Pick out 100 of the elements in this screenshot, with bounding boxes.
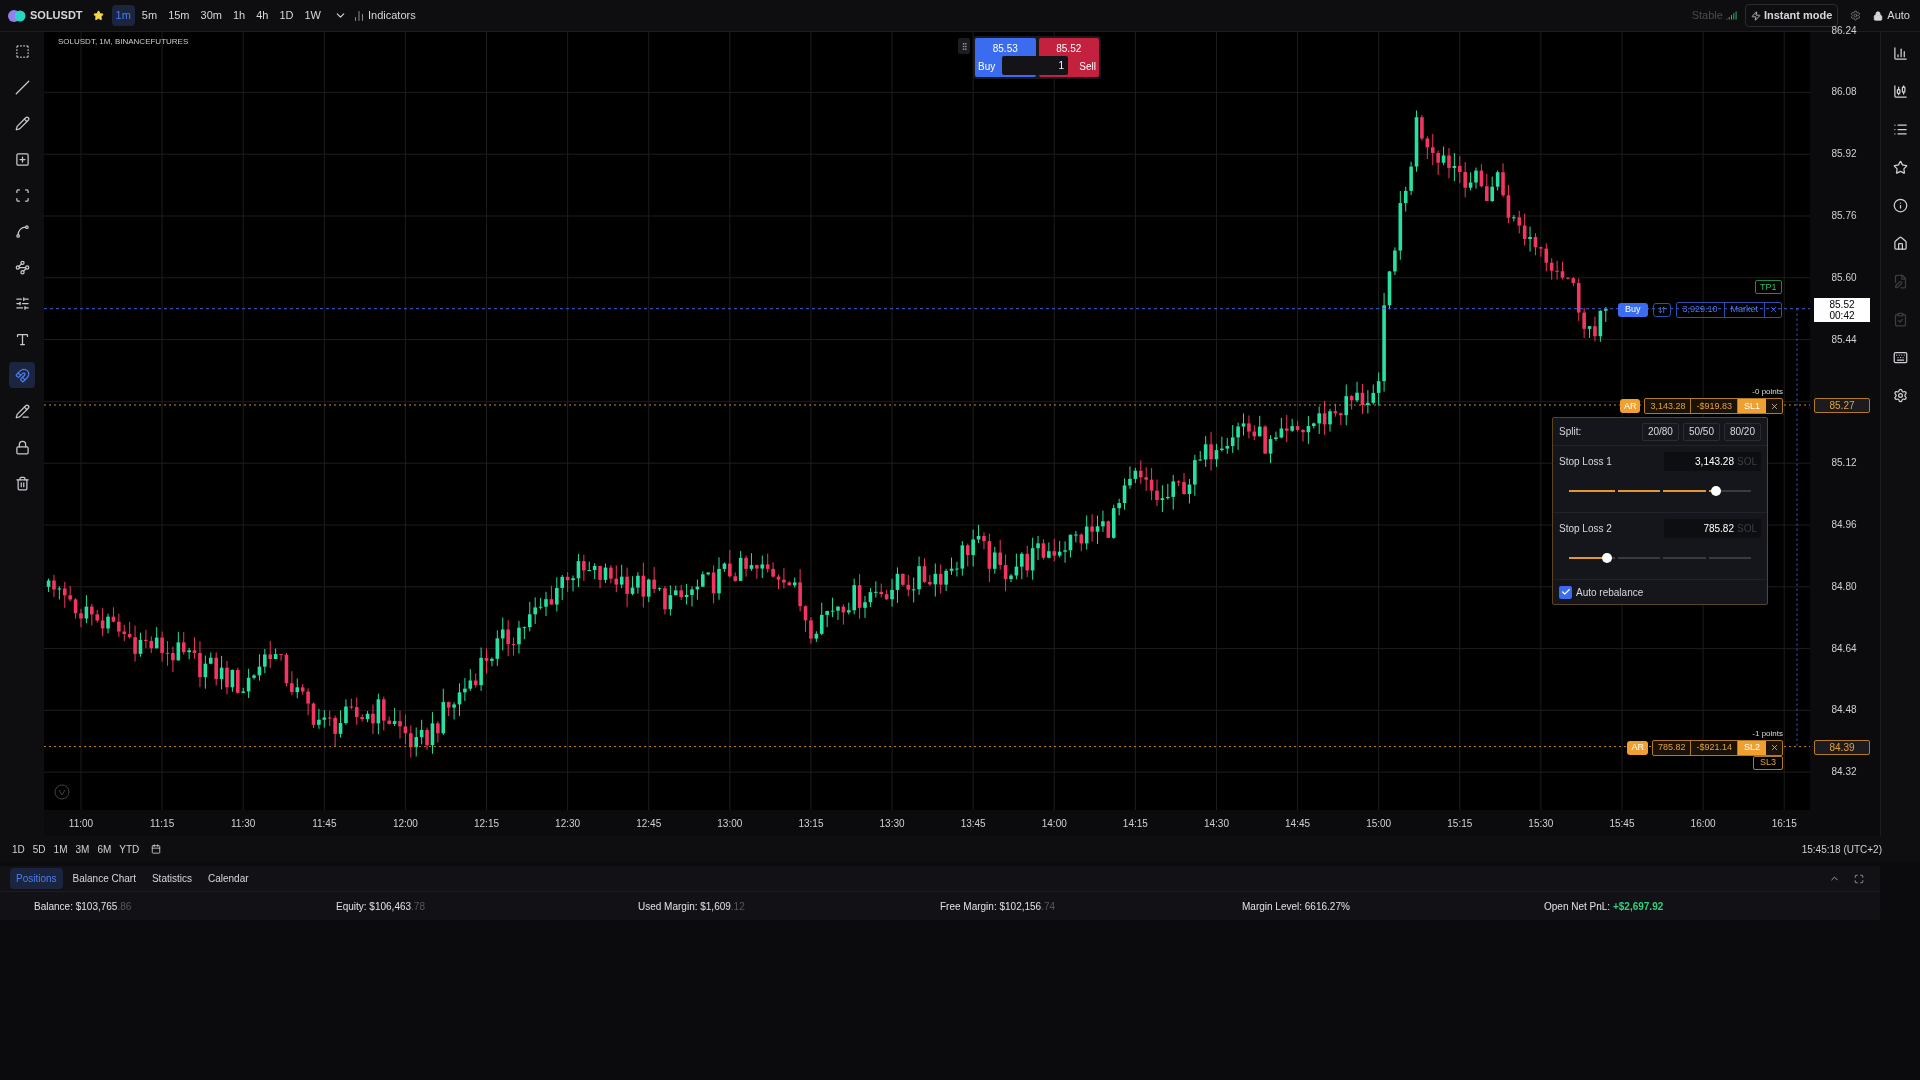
close-icon (1768, 305, 1778, 315)
order-type[interactable]: Market (1724, 302, 1766, 317)
time-axis-label: 11:45 (311, 817, 338, 831)
time-axis-label: 11:00 (67, 817, 95, 831)
range-button[interactable]: 1M (53, 841, 68, 857)
time-axis-label: 14:00 (1040, 817, 1068, 831)
lock-icon (1873, 10, 1884, 21)
time-axis-label: 15:30 (1527, 817, 1555, 831)
buy-price: 85.53 (992, 42, 1018, 56)
instant-mode-button[interactable]: Instant mode (1744, 4, 1839, 27)
bottom-tab[interactable]: Balance Chart (66, 868, 142, 889)
price-axis-label: 84.32 (1830, 767, 1858, 778)
price-axis-label: 84.80 (1830, 581, 1858, 592)
range-button[interactable]: 5D (32, 841, 46, 857)
house-icon[interactable] (1893, 236, 1908, 251)
time-axis-label: 16:15 (1770, 817, 1798, 831)
reverse-order-button[interactable] (1652, 302, 1671, 317)
account-stat: Equity: $106,463.78 (336, 899, 426, 914)
timeframe-tab[interactable]: 1W (300, 5, 325, 26)
logo-icon (54, 784, 70, 800)
time-axis-label: 15:15 (1446, 817, 1474, 831)
order-size[interactable]: 3,929.10 (1676, 302, 1725, 317)
price-axis-label: 85.60 (1830, 272, 1858, 283)
time-axis-label: 15:45 (1608, 817, 1636, 831)
favorite-star-icon[interactable] (92, 10, 104, 21)
range-button[interactable]: 3M (75, 841, 90, 857)
account-stat: Free Margin: $102,156.74 (940, 899, 1057, 914)
bottom-tab[interactable]: Calendar (201, 868, 255, 889)
time-axis-label: 13:00 (716, 817, 744, 831)
chart-legend: SOLUSDT, 1M, BINANCEFUTURES (58, 36, 189, 48)
auto-rebalance-label: Auto rebalance (1576, 585, 1644, 600)
calendar-icon[interactable] (151, 844, 162, 854)
coin-logo-icon (8, 9, 26, 22)
lightning-icon (1750, 10, 1761, 21)
timeframe-tab[interactable]: 15m (164, 5, 194, 26)
timeframe-tab[interactable]: 1h (228, 5, 250, 26)
time-axis-label: 12:45 (635, 817, 663, 831)
stop-loss-tag[interactable]: SL3 (1753, 755, 1783, 770)
close-icon (1769, 401, 1779, 411)
candlestick-icon[interactable] (1893, 84, 1908, 99)
auto-scale-button[interactable]: Auto (1887, 7, 1910, 24)
timeframe-tab[interactable]: 1m (111, 5, 135, 26)
timeframe-tab[interactable]: 4h (252, 5, 273, 26)
sell-price: 85.52 (1056, 42, 1082, 56)
star-icon[interactable] (1893, 160, 1908, 175)
expand-icon[interactable] (1854, 873, 1864, 884)
range-button[interactable]: 1D (12, 841, 25, 857)
stop-size[interactable]: 3,143.28 (1645, 399, 1692, 413)
indicators-icon (353, 9, 365, 22)
time-axis-label: 14:45 (1284, 817, 1312, 831)
account-stat: Balance: $103,765.86 (34, 899, 133, 914)
price-axis-label: 86.24 (1830, 25, 1858, 36)
split-preset-button[interactable]: 80/20 (1723, 422, 1761, 441)
clock-label: 15:45:18 (UTC+2) (1801, 842, 1882, 857)
stop-pnl[interactable]: -$921.14 (1691, 740, 1738, 755)
drag-handle[interactable] (958, 38, 970, 54)
swap-arrows-icon (1657, 305, 1666, 314)
split-preset-button[interactable]: 20/80 (1641, 422, 1679, 441)
range-button[interactable]: 6M (97, 841, 112, 857)
timeframe-tab[interactable]: 5m (137, 5, 162, 26)
time-axis-label: 11:30 (230, 817, 257, 831)
bar-chart-icon[interactable] (1893, 46, 1908, 61)
info-icon[interactable] (1893, 198, 1908, 213)
stop-price-label: 85.27 (1814, 398, 1870, 413)
list-icon[interactable] (1893, 122, 1908, 137)
time-axis-label: 14:30 (1202, 817, 1230, 831)
time-axis-label: 12:00 (391, 817, 419, 831)
time-axis-label: 15:00 (1365, 817, 1393, 831)
account-stat: Margin Level: 6616.27% (1242, 899, 1351, 914)
symbol-name[interactable]: SOLUSDT (30, 7, 83, 24)
time-axis-label: 12:30 (554, 817, 582, 831)
quantity-field[interactable]: 1 (1002, 56, 1068, 75)
time-axis-label: 12:15 (473, 817, 501, 831)
bottom-tab[interactable]: Statistics (145, 868, 198, 889)
magnet-icon[interactable] (9, 362, 35, 388)
current-price-label: 85.52 00:42 (1814, 298, 1870, 322)
time-axis-label: 13:30 (878, 817, 906, 831)
price-axis-label: 86.08 (1830, 87, 1858, 98)
price-axis-label: 84.48 (1830, 705, 1858, 716)
time-axis-label: 13:15 (797, 817, 825, 831)
time-axis-label: 11:15 (148, 817, 176, 831)
indicators-button[interactable]: Indicators (368, 7, 416, 24)
split-preset-button[interactable]: 50/50 (1682, 422, 1720, 441)
timeframe-tab[interactable]: 1D (275, 5, 298, 26)
bottom-tab[interactable]: Positions (10, 868, 63, 889)
price-axis-label: 85.12 (1830, 458, 1858, 469)
stop-loss-label: Stop Loss 1 (1559, 455, 1612, 469)
price-axis-label: 84.64 (1830, 643, 1858, 654)
stop-size[interactable]: 785.82 (1652, 740, 1692, 755)
take-profit-tag[interactable]: TP1 (1755, 280, 1782, 294)
range-button[interactable]: YTD (119, 841, 140, 857)
close-icon (1769, 743, 1779, 753)
auto-rebalance-checkbox[interactable] (1559, 585, 1572, 599)
connection-status: Stable (1691, 8, 1723, 24)
time-axis-label: 14:15 (1121, 817, 1149, 831)
account-stat: Open Net PnL: +$2,697.92 (1544, 899, 1665, 914)
points-label: -1 points (1752, 727, 1783, 740)
stop-pnl[interactable]: -$919.83 (1691, 399, 1738, 413)
timeframe-tab[interactable]: 30m (196, 5, 226, 26)
keyboard-icon[interactable] (1893, 350, 1908, 365)
